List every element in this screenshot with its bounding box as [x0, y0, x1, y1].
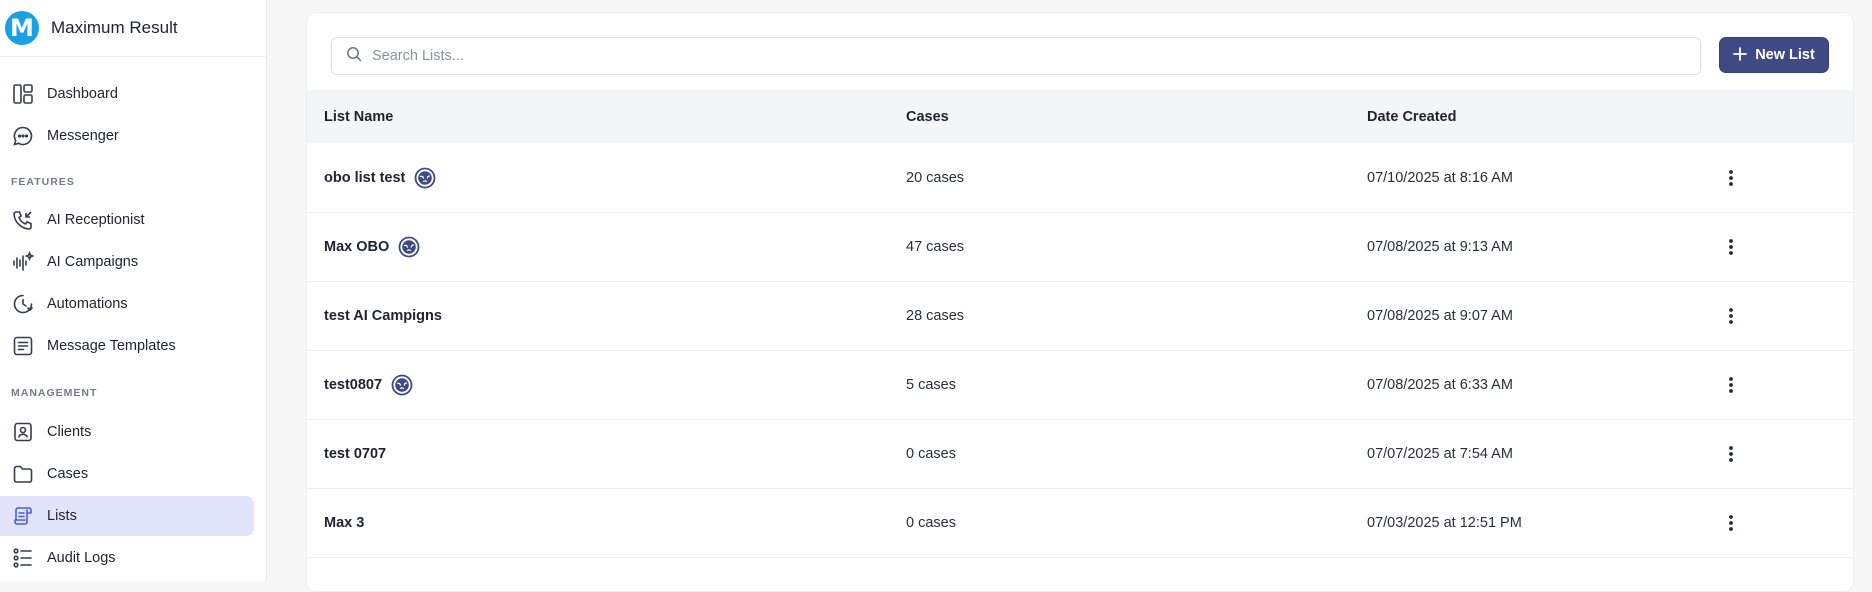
- scroll-list-icon: [10, 504, 35, 529]
- sidebar-item-label: Audit Logs: [47, 550, 116, 566]
- more-options-icon[interactable]: [1719, 166, 1743, 190]
- lists-card: New List List Name Cases Date Created ob…: [306, 12, 1854, 592]
- sidebar-item-ai-receptionist[interactable]: AI Receptionist: [0, 200, 254, 240]
- logo[interactable]: M: [5, 11, 39, 45]
- shared-list-icon: [398, 236, 420, 258]
- date-created: 07/10/2025 at 8:16 AM: [1367, 170, 1513, 186]
- sidebar-item-label: Message Templates: [47, 338, 176, 354]
- sidebar-item-label: AI Campaigns: [47, 254, 139, 270]
- chat-bubble-icon: [10, 124, 35, 149]
- cases-count: 28 cases: [906, 308, 965, 324]
- sidebar-item-label: Cases: [47, 466, 89, 482]
- date-created: 07/08/2025 at 6:33 AM: [1367, 377, 1513, 393]
- column-header-date-created[interactable]: Date Created: [1367, 109, 1456, 125]
- table-row[interactable]: Max OBO 47 cases 07/08/2025 at 9:13 AM: [307, 213, 1853, 282]
- sidebar-item-dashboard[interactable]: Dashboard: [0, 74, 254, 114]
- sidebar-item-ai-campaigns[interactable]: AI Campaigns: [0, 242, 254, 282]
- folder-icon: [10, 462, 35, 487]
- shared-list-icon: [414, 167, 436, 189]
- more-options-icon[interactable]: [1719, 304, 1743, 328]
- table-row[interactable]: obo list test 20 cases 07/10/2025 at 8:16 …: [307, 144, 1853, 213]
- column-header-cases[interactable]: Cases: [906, 109, 949, 125]
- sound-wave-sparkle-icon: [10, 250, 35, 275]
- phone-incoming-icon: [10, 208, 35, 233]
- list-name: test 0707: [324, 446, 387, 462]
- sidebar: M Maximum Result Dashboard Messenger FEA…: [0, 0, 267, 581]
- table-row[interactable]: test AI Campigns 28 cases 07/08/2025 at 9:…: [307, 282, 1853, 351]
- plus-icon: [1733, 45, 1748, 65]
- sidebar-item-messenger[interactable]: Messenger: [0, 116, 254, 156]
- sidebar-item-clients[interactable]: Clients: [0, 412, 254, 452]
- list-name: test0807: [324, 377, 383, 393]
- table-row[interactable]: test0807 5 cases 07/08/2025 at 6:33 AM: [307, 351, 1853, 420]
- date-created: 07/03/2025 at 12:51 PM: [1367, 515, 1522, 531]
- cases-count: 0 cases: [906, 446, 956, 462]
- sidebar-item-label: AI Receptionist: [47, 212, 145, 228]
- table-row[interactable]: Max 3 0 cases 07/03/2025 at 12:51 PM: [307, 489, 1853, 558]
- date-created: 07/08/2025 at 9:13 AM: [1367, 239, 1513, 255]
- sidebar-item-label: Messenger: [47, 128, 119, 144]
- cases-count: 20 cases: [906, 170, 965, 186]
- list-name-cell[interactable]: test 0707: [324, 446, 386, 462]
- new-list-label: New List: [1755, 47, 1815, 63]
- cases-count: 0 cases: [906, 515, 956, 531]
- section-label-management: MANAGEMENT: [11, 387, 98, 399]
- sidebar-item-label: Clients: [47, 424, 92, 440]
- list-name-cell[interactable]: test AI Campigns: [324, 308, 442, 324]
- list-bullets-icon: [10, 546, 35, 571]
- date-created: 07/07/2025 at 7:54 AM: [1367, 446, 1513, 462]
- more-options-icon[interactable]: [1719, 235, 1743, 259]
- app-name: Maximum Result: [51, 18, 178, 37]
- new-list-button[interactable]: New List: [1719, 37, 1829, 73]
- section-label-features: FEATURES: [11, 176, 75, 188]
- cases-count: 5 cases: [906, 377, 956, 393]
- document-lines-icon: [10, 334, 35, 359]
- list-name-cell[interactable]: test0807: [324, 374, 413, 396]
- sidebar-item-audit-logs[interactable]: Audit Logs: [0, 538, 254, 578]
- sidebar-item-automations[interactable]: Automations: [0, 284, 254, 324]
- sidebar-item-label: Lists: [47, 508, 77, 524]
- search-input[interactable]: [372, 48, 1672, 64]
- dashboard-icon: [10, 82, 35, 107]
- more-options-icon[interactable]: [1719, 511, 1743, 535]
- sidebar-item-lists[interactable]: Lists: [0, 496, 254, 536]
- list-name-cell[interactable]: obo list test: [324, 167, 436, 189]
- list-name: Max OBO: [324, 239, 390, 255]
- search-icon: [346, 46, 362, 67]
- list-name: obo list test: [324, 170, 406, 186]
- search-box[interactable]: [331, 37, 1701, 75]
- more-options-icon[interactable]: [1719, 442, 1743, 466]
- table-header: List Name Cases Date Created: [307, 90, 1853, 143]
- contact-card-icon: [10, 420, 35, 445]
- more-options-icon[interactable]: [1719, 373, 1743, 397]
- list-name-cell[interactable]: Max 3: [324, 515, 364, 531]
- table-row[interactable]: test 0707 0 cases 07/07/2025 at 7:54 AM: [307, 420, 1853, 489]
- sidebar-item-cases[interactable]: Cases: [0, 454, 254, 494]
- sidebar-item-label: Automations: [47, 296, 128, 312]
- date-created: 07/08/2025 at 9:07 AM: [1367, 308, 1513, 324]
- list-name-cell[interactable]: Max OBO: [324, 236, 420, 258]
- cases-count: 47 cases: [906, 239, 965, 255]
- list-name: test AI Campigns: [324, 308, 442, 324]
- shared-list-icon: [391, 374, 413, 396]
- clock-refresh-icon: [10, 292, 35, 317]
- brand-header: M Maximum Result: [0, 0, 266, 57]
- list-name: Max 3: [324, 515, 365, 531]
- column-header-list-name[interactable]: List Name: [324, 109, 393, 125]
- sidebar-item-message-templates[interactable]: Message Templates: [0, 326, 254, 366]
- sidebar-item-label: Dashboard: [47, 86, 118, 102]
